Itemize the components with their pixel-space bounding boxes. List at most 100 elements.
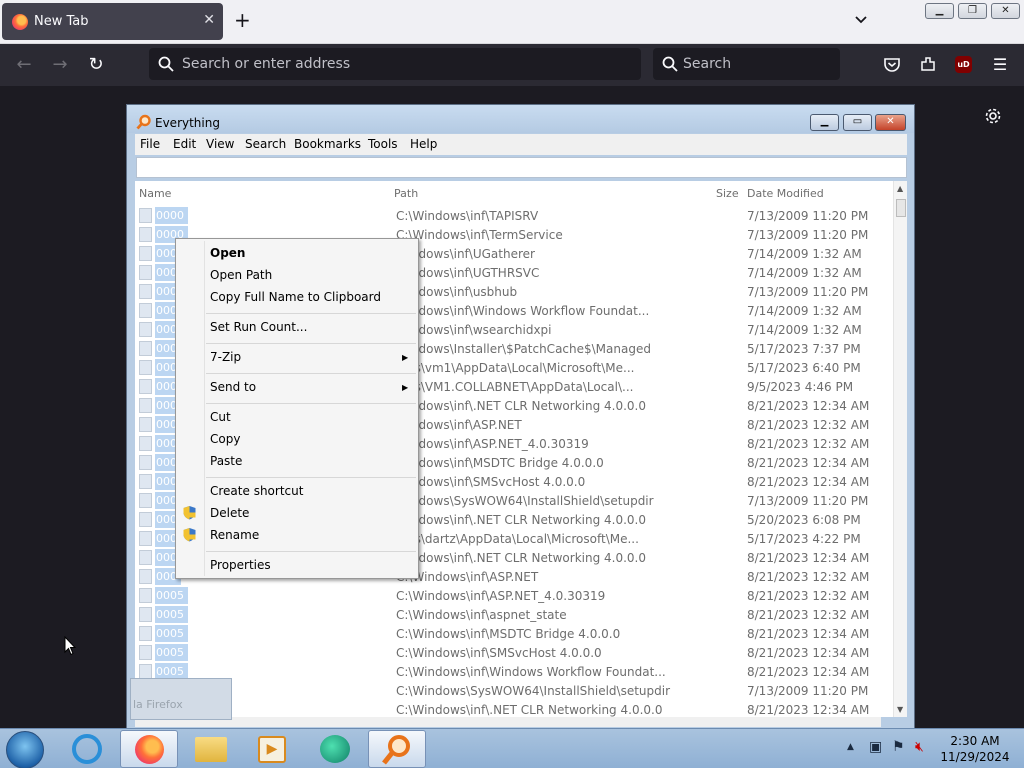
column-name[interactable]: Name (139, 187, 171, 200)
table-row[interactable]: 0005 C:\Windows\inf\Windows Workflow Foun… (135, 662, 892, 681)
row-date-modified: 8/21/2023 12:34 AM (747, 551, 870, 565)
table-row[interactable]: 0005 C:\Windows\inf\MSDTC Bridge 4.0.0.0 8… (135, 624, 892, 643)
restore-button[interactable]: ❐ (958, 3, 987, 19)
menu-item-copy-full-name[interactable]: Copy Full Name to Clipboard (210, 290, 381, 304)
row-path: Windows\inf\SMSvcHost 4.0.0.0 (396, 475, 586, 489)
row-date-modified: 7/13/2009 11:20 PM (747, 209, 869, 223)
minimize-button[interactable]: ▁ (925, 3, 954, 19)
everything-minimize-button[interactable]: ▁ (810, 114, 839, 131)
ublock-icon[interactable]: uD (955, 56, 972, 73)
address-bar[interactable]: Search or enter address (149, 48, 641, 80)
row-date-modified: 5/17/2023 6:40 PM (747, 361, 861, 375)
clock-time: 2:30 AM (950, 734, 1000, 748)
menu-item-create-shortcut[interactable]: Create shortcut (210, 484, 303, 498)
network-icon[interactable]: ▣ (869, 739, 882, 755)
menu-item-properties[interactable]: Properties (210, 558, 271, 572)
folder-icon (139, 626, 152, 641)
menu-item-open[interactable]: Open (210, 246, 245, 260)
menu-item-7zip[interactable]: 7-Zip (210, 350, 241, 364)
folder-icon (139, 436, 152, 451)
app-icon (320, 735, 350, 763)
chevron-down-icon[interactable] (855, 14, 867, 26)
menu-item-cut[interactable]: Cut (210, 410, 231, 424)
row-date-modified: 7/13/2009 11:20 PM (747, 494, 869, 508)
pocket-icon[interactable] (883, 56, 901, 74)
clock-date: 11/29/2024 (940, 750, 1010, 764)
everything-maximize-button[interactable]: ▭ (843, 114, 872, 131)
scroll-up-icon[interactable]: ▲ (897, 184, 903, 193)
menu-edit[interactable]: Edit (173, 137, 196, 151)
menu-item-delete[interactable]: Delete (210, 506, 249, 520)
row-path: C:\Windows\inf\TAPISRV (396, 209, 539, 223)
row-path: C:\Windows\inf\SMSvcHost 4.0.0.0 (396, 646, 602, 660)
row-path: C:\Windows\SysWOW64\InstallShield\setupd… (396, 684, 671, 698)
folder-icon (139, 265, 152, 280)
menu-item-send-to[interactable]: Send to (210, 380, 256, 394)
volume-muted-icon[interactable]: 🔇︎ (915, 739, 924, 755)
vertical-scrollbar[interactable]: ▲ ▼ (893, 181, 907, 717)
show-hidden-icons-icon[interactable]: ▲ (847, 742, 854, 752)
everything-close-button[interactable]: ✕ (875, 114, 906, 131)
uac-shield-icon (183, 528, 196, 542)
column-size[interactable]: Size (716, 187, 739, 200)
menu-item-copy[interactable]: Copy (210, 432, 240, 446)
menu-file[interactable]: File (140, 137, 160, 151)
action-center-flag-icon[interactable]: ⚑ (892, 739, 905, 755)
menu-view[interactable]: View (206, 137, 234, 151)
taskbar-preview[interactable]: la Firefox (130, 678, 232, 720)
row-date-modified: 7/14/2009 1:32 AM (747, 323, 862, 337)
folder-icon (139, 569, 152, 584)
menu-item-open-path[interactable]: Open Path (210, 268, 272, 282)
close-tab-icon[interactable]: ✕ (203, 12, 215, 28)
column-date-modified[interactable]: Date Modified (747, 187, 824, 200)
start-button[interactable] (6, 731, 44, 768)
everything-search-input[interactable] (136, 157, 907, 178)
folder-icon (139, 455, 152, 470)
menu-tools[interactable]: Tools (368, 137, 398, 151)
folder-icon (139, 360, 152, 375)
table-row[interactable]: 0005 C:\Windows\inf\ASP.NET_4.0.30319 8/21… (135, 586, 892, 605)
table-row[interactable]: C:\Windows\SysWOW64\InstallShield\setupd… (135, 681, 892, 700)
new-tab-button[interactable]: + (234, 9, 251, 31)
taskbar-internet-explorer[interactable] (58, 730, 116, 768)
extensions-icon[interactable] (919, 55, 937, 73)
gear-icon[interactable] (983, 106, 1003, 126)
tab-new-tab[interactable]: New Tab ✕ (2, 3, 223, 40)
back-arrow-icon[interactable]: ← (13, 54, 35, 76)
row-path: sers\VM1.COLLABNET\AppData\Local\... (396, 380, 634, 394)
clock[interactable]: 2:30 AM 11/29/2024 (940, 733, 1010, 765)
table-row[interactable]: 0005 C:\Windows\inf\aspnet_state 8/21/2023… (135, 605, 892, 624)
row-date-modified: 7/14/2009 1:32 AM (747, 247, 862, 261)
search-bar[interactable]: Search (653, 48, 840, 80)
taskbar-everything[interactable] (368, 730, 426, 768)
taskbar-firefox[interactable] (120, 730, 178, 768)
mouse-cursor-icon (64, 636, 76, 656)
folder-icon (139, 550, 152, 565)
close-window-button[interactable]: ✕ (991, 3, 1020, 19)
menu-item-rename[interactable]: Rename (210, 528, 259, 542)
windows-taskbar: ▶ ▲ ▣ ⚑ 🔇︎ 2:30 AM 11/29/2024 (0, 728, 1024, 768)
menu-help[interactable]: Help (410, 137, 437, 151)
table-row[interactable]: 0000 C:\Windows\inf\TAPISRV 7/13/2009 11:2… (135, 206, 892, 225)
table-row[interactable]: C:\Windows\inf\.NET CLR Networking 4.0.0… (135, 700, 892, 717)
taskbar-explorer[interactable] (182, 730, 240, 768)
row-path: C:\Windows\inf\aspnet_state (396, 608, 567, 622)
menu-bookmarks[interactable]: Bookmarks (294, 137, 361, 151)
horizontal-scrollbar[interactable] (135, 717, 881, 727)
forward-arrow-icon[interactable]: → (49, 54, 71, 76)
reload-icon[interactable]: ↻ (85, 54, 107, 76)
taskbar-app[interactable] (306, 730, 364, 768)
row-path: Windows\inf\.NET CLR Networking 4.0.0.0 (396, 513, 647, 527)
menu-item-paste[interactable]: Paste (210, 454, 242, 468)
folder-icon (139, 607, 152, 622)
column-path[interactable]: Path (394, 187, 418, 200)
scroll-down-icon[interactable]: ▼ (897, 705, 903, 714)
row-date-modified: 9/5/2023 4:46 PM (747, 380, 854, 394)
taskbar-media-player[interactable]: ▶ (244, 730, 302, 768)
table-row[interactable]: 0005 C:\Windows\inf\SMSvcHost 4.0.0.0 8/21… (135, 643, 892, 662)
menu-item-set-run-count[interactable]: Set Run Count... (210, 320, 307, 334)
everything-titlebar[interactable]: Everything ▁ ▭ ✕ (127, 105, 914, 133)
scroll-thumb[interactable] (896, 199, 906, 217)
menu-hamburger-icon[interactable]: ☰ (989, 54, 1011, 76)
menu-search[interactable]: Search (245, 137, 286, 151)
